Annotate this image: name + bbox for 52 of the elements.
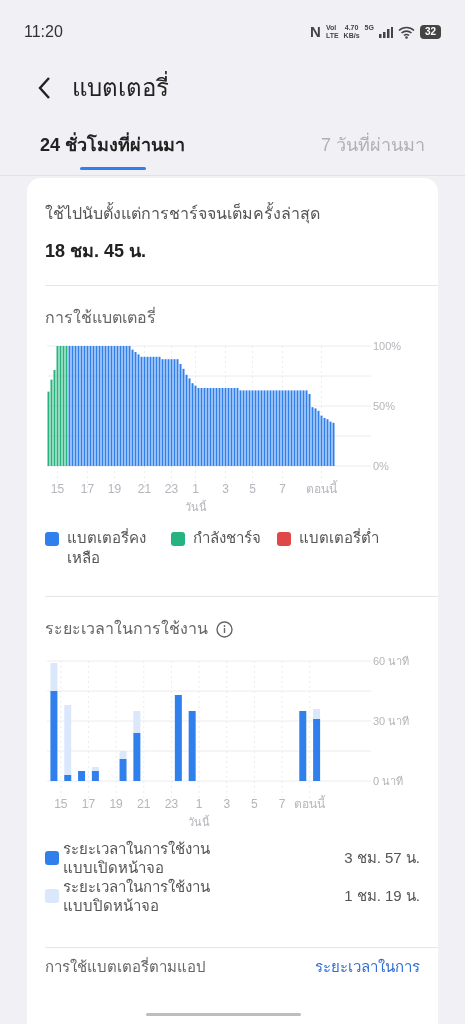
legend-value: 1 ชม. 19 น.	[344, 885, 420, 906]
axis-label: 23	[164, 482, 179, 496]
section-title: ระยะเวลาในการใช้งาน	[45, 618, 208, 639]
tab[interactable]: 24 ชั่วโมงที่ผ่านมา	[40, 132, 233, 175]
axis-label: 30 นาที	[373, 715, 410, 727]
legend-label: ระยะเวลาในการใช้งานแบบปิดหน้าจอ	[63, 877, 211, 915]
since-charge-value: 18 ชม. 45 น.	[45, 240, 148, 263]
legend-label: ระยะเวลาในการใช้งานแบบเปิดหน้าจอ	[63, 839, 211, 877]
status-time: 11:20	[24, 22, 63, 42]
page-title: แบตเตอรี่	[72, 70, 169, 106]
section-title: การใช้แบตเตอรี่ตามแอป	[45, 956, 206, 977]
legend-label: แบตเตอรี่คงเหลือ	[67, 528, 147, 568]
axis-label: 23	[164, 797, 179, 811]
bar	[188, 711, 196, 781]
axis-label: 0 นาที	[373, 775, 404, 787]
axis-label: ตอนนี้	[306, 482, 337, 496]
axis-label: 5	[251, 797, 258, 811]
axis-label: 19	[107, 482, 122, 496]
legend-label: กำลังชาร์จ	[193, 528, 261, 548]
axis-label: 60 นาที	[373, 655, 410, 667]
axis-label: 5	[249, 482, 256, 496]
axis-label: 100%	[373, 340, 402, 352]
section-title: การใช้แบตเตอรี่	[45, 306, 157, 328]
axis-label: วันนี้	[188, 816, 211, 828]
bar	[299, 711, 307, 781]
nfc-indicator: N	[310, 21, 321, 42]
axis-label: 19	[109, 797, 123, 811]
axis-label: 1	[195, 797, 203, 811]
axis-label: 17	[81, 797, 96, 811]
axis-label: 21	[137, 797, 151, 811]
bar	[78, 771, 86, 781]
axis-label: 21	[137, 482, 152, 496]
axis-label: 50%	[373, 400, 396, 412]
axis-label: 15	[54, 797, 68, 811]
axis-label: 7	[278, 797, 286, 811]
battery-indicator: 32	[419, 25, 441, 39]
info-icon[interactable]	[216, 620, 233, 638]
since-charge-label: ใช้ไปนับตั้งแต่การชาร์จจนเต็มครั้งล่าสุด	[45, 202, 420, 226]
screen-time-link[interactable]: ระยะเวลาในการ	[315, 956, 420, 979]
axis-label: 3	[222, 482, 229, 496]
signal-icon	[378, 26, 393, 38]
axis-label: 17	[80, 482, 95, 496]
axis-label: 0%	[373, 460, 389, 472]
legend-label: แบตเตอรี่ต่ำ	[299, 528, 379, 548]
wifi-icon	[397, 25, 415, 39]
axis-label: ตอนนี้	[294, 797, 326, 811]
axis-label: วันนี้	[184, 501, 207, 513]
axis-label: 15	[50, 482, 65, 496]
axis-label: 1	[192, 482, 199, 496]
axis-label: 7	[279, 482, 286, 496]
axis-label: 3	[223, 797, 231, 811]
legend-value: 3 ชม. 57 น.	[344, 847, 420, 868]
